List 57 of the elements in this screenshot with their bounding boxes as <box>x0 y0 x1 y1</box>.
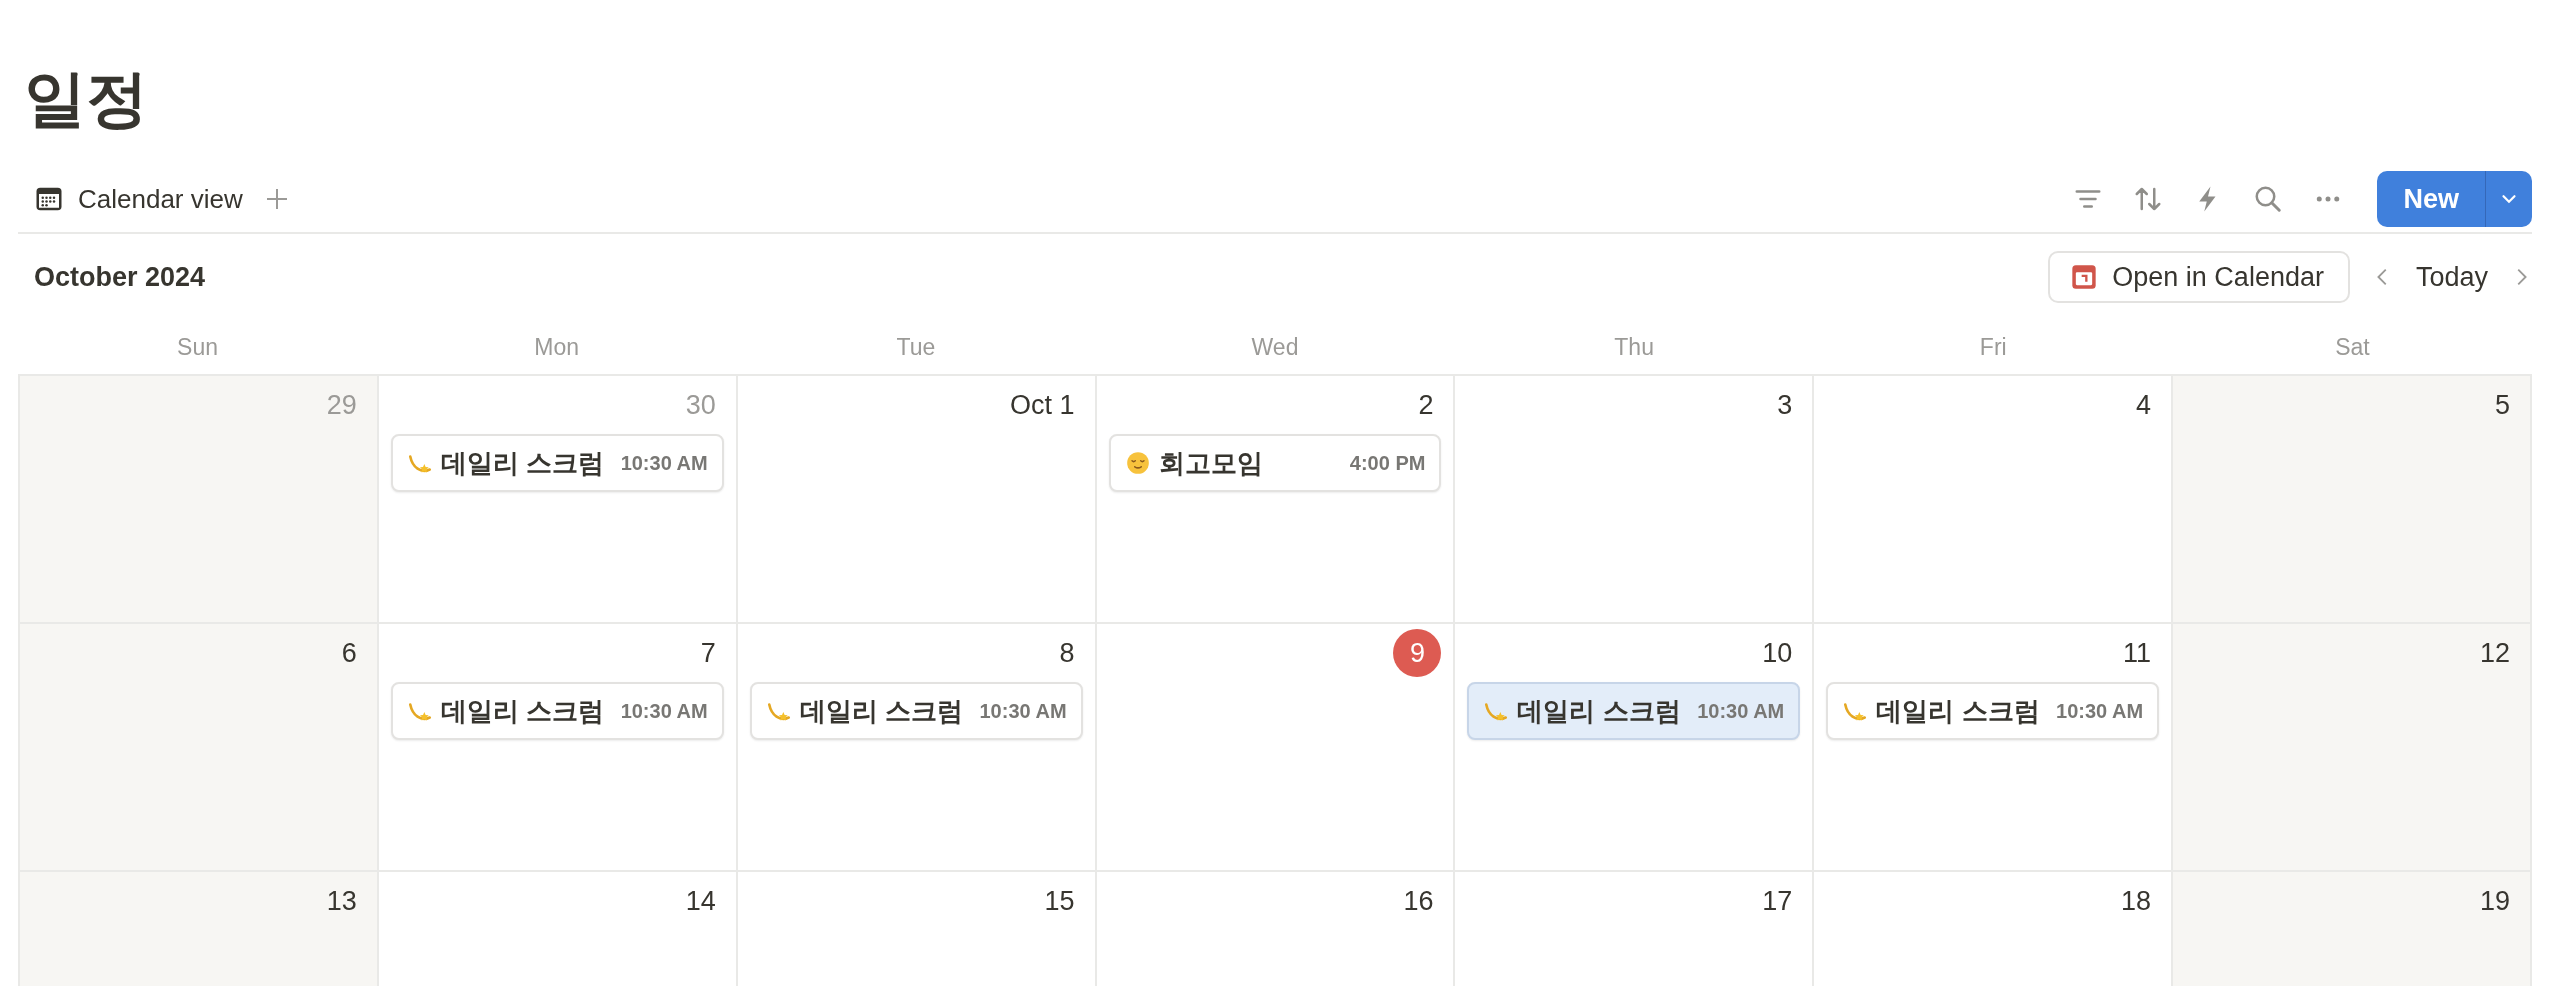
today-button[interactable]: Today <box>2415 261 2488 293</box>
event-title: 회고모임 <box>1158 446 1264 480</box>
event-card[interactable]: 데일리 스크럼 10:30 AM <box>390 682 724 740</box>
day-number: 8 <box>1059 637 1075 669</box>
event-card[interactable]: 데일리 스크럼 10:30 AM <box>1467 682 1801 740</box>
weekday-label: Fri <box>1978 333 2008 361</box>
day-number: 19 <box>2479 885 2510 917</box>
event-card[interactable]: 데일리 스크럼 10:30 AM <box>1826 682 2160 740</box>
day-number: 9 <box>1393 629 1442 677</box>
event-title: 데일리 스크럼 <box>1876 694 2041 728</box>
weekday-label: Sat <box>2334 333 2371 361</box>
event-time: 10:30 AM <box>979 699 1067 723</box>
calendar-icon <box>2070 263 2099 291</box>
day-number: 11 <box>2123 637 2152 669</box>
event-title: 데일리 스크럼 <box>440 694 606 728</box>
day-number: 15 <box>1044 885 1075 917</box>
open-in-calendar-button[interactable]: Open in Calendar <box>2048 251 2350 303</box>
smiling-face-icon <box>1124 450 1151 476</box>
new-options-button[interactable] <box>2485 171 2532 227</box>
new-button[interactable]: New <box>2377 171 2485 227</box>
event-card[interactable]: 데일리 스크럼 10:30 AM <box>749 682 1083 740</box>
event-card[interactable]: 회고모임 4:00 PM <box>1108 434 1442 492</box>
view-tab[interactable]: Calendar view <box>34 183 243 215</box>
day-number: Oct 1 <box>1010 389 1075 421</box>
event-title: 데일리 스크럼 <box>440 446 606 480</box>
event-time: 10:30 AM <box>620 451 708 475</box>
day-number: 16 <box>1403 885 1434 917</box>
weekday-label: Wed <box>1250 333 1300 361</box>
day-number: 30 <box>685 389 716 421</box>
day-number: 3 <box>1777 389 1793 421</box>
event-time: 10:30 AM <box>2056 699 2144 723</box>
page-title: 일정 <box>23 63 149 135</box>
day-number: 4 <box>2136 389 2152 421</box>
add-view-icon[interactable] <box>264 187 289 211</box>
event-card[interactable]: 데일리 스크럼 10:30 AM <box>390 434 724 492</box>
day-number: 13 <box>326 885 357 917</box>
day-number: 14 <box>685 885 716 917</box>
event-time: 4:00 PM <box>1349 451 1426 475</box>
weekday-label: Sun <box>176 333 220 361</box>
weekday-label: Tue <box>895 333 937 361</box>
day-number: 7 <box>700 637 716 669</box>
event-title: 데일리 스크럼 <box>1517 694 1682 728</box>
day-number: 5 <box>2494 389 2510 421</box>
day-number: 6 <box>341 637 357 669</box>
month-label: October 2024 <box>33 261 206 293</box>
event-time: 10:30 AM <box>620 699 708 723</box>
event-title: 데일리 스크럼 <box>799 694 964 728</box>
day-number: 10 <box>1762 637 1793 669</box>
weekday-label: Thu <box>1613 333 1655 361</box>
weekday-label: Mon <box>533 333 581 361</box>
search-icon[interactable] <box>2253 184 2284 214</box>
day-number: 29 <box>326 389 357 421</box>
day-number: 2 <box>1418 389 1434 421</box>
day-number: 18 <box>2121 885 2152 917</box>
day-number: 12 <box>2479 637 2510 669</box>
event-time: 10:30 AM <box>1697 699 1785 723</box>
day-number: 17 <box>1762 885 1793 917</box>
